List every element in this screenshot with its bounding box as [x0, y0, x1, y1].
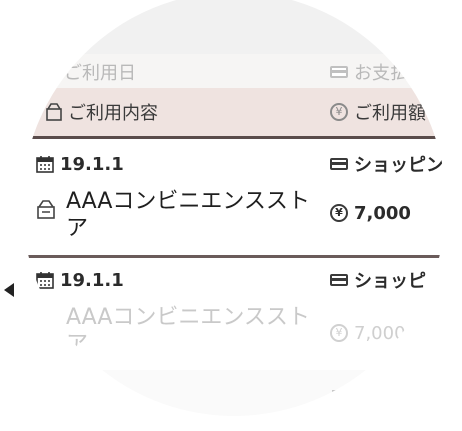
footer-fade [22, 370, 446, 416]
credit-card-icon [330, 66, 348, 78]
header-amount-label: ご利用額 [354, 103, 426, 124]
header-payment-label: お支払 [354, 63, 408, 84]
shop-icon [46, 103, 62, 121]
yen-icon: ¥ [330, 324, 348, 342]
row-separator [22, 255, 446, 258]
header-content-label: ご利用内容 [68, 103, 158, 124]
list-icon [332, 390, 352, 404]
header-usage-date: ご利用日 [64, 58, 136, 86]
magnifier-lens: ご利用日 お支払 ご利用内容 ¥ ご利用額 19.1.1 ショッピン AAAコン… [22, 0, 446, 416]
row1-date: 19.1.1 [36, 152, 124, 176]
row1-date-text: 19.1.1 [60, 153, 124, 175]
row2-date-text: 19.1.1 [60, 269, 124, 291]
row2-date: 19.1.1 [36, 268, 124, 292]
row1-payment: ショッピン [330, 152, 444, 176]
row2-store[interactable]: AAAコンビニエンスストア [66, 304, 316, 358]
row2-amount-text: 7,000 [354, 322, 406, 344]
shop-icon [37, 200, 55, 219]
calendar-icon [36, 156, 54, 173]
row1-store[interactable]: AAAコンビニエンスストア [66, 188, 316, 242]
row1-payment-text: ショッピン [354, 155, 444, 176]
header-usage-date-label: ご利用日 [64, 63, 136, 84]
row2-payment-text: ショッピ [354, 271, 426, 292]
row1-amount: ¥ 7,000 [330, 200, 411, 226]
header-usage-content: ご利用内容 [46, 98, 158, 126]
left-arrow-icon[interactable] [4, 283, 14, 297]
header-strip [22, 0, 446, 54]
header-usage-amount: ¥ ご利用額 [330, 98, 426, 126]
credit-card-icon [330, 274, 348, 286]
row2-amount: ¥ 7,000 [330, 320, 406, 346]
row1-amount-text: 7,000 [354, 202, 411, 224]
header-separator [22, 136, 446, 139]
row2-payment: ショッピ [330, 268, 426, 292]
calendar-icon [36, 272, 54, 289]
yen-icon: ¥ [330, 103, 348, 121]
header-payment-type: お支払 [330, 58, 408, 86]
row1-shop-icon-wrap [36, 194, 58, 224]
yen-icon: ¥ [330, 204, 348, 222]
credit-card-icon [330, 158, 348, 170]
